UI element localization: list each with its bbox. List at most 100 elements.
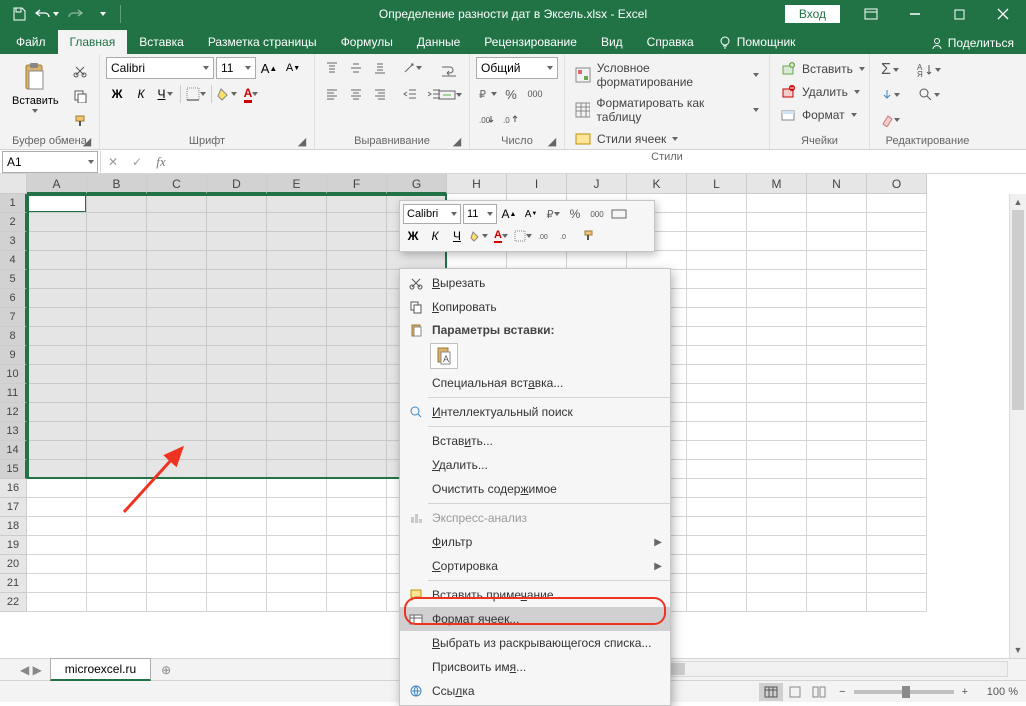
cell[interactable]: [687, 460, 747, 479]
cell[interactable]: [27, 194, 87, 213]
cell[interactable]: [87, 384, 147, 403]
cell[interactable]: [807, 517, 867, 536]
cell[interactable]: [207, 365, 267, 384]
cell[interactable]: [147, 251, 207, 270]
cell[interactable]: [687, 574, 747, 593]
cell[interactable]: [147, 213, 207, 232]
cell[interactable]: [27, 593, 87, 612]
row-header[interactable]: 6: [0, 289, 27, 308]
cell[interactable]: [27, 403, 87, 422]
cell[interactable]: [747, 422, 807, 441]
cell[interactable]: [27, 536, 87, 555]
mini-dec-decimal-icon[interactable]: .0: [557, 226, 577, 246]
zoom-slider[interactable]: [854, 690, 954, 694]
font-size-combo[interactable]: 11: [216, 57, 256, 79]
cm-link[interactable]: Ссылка: [400, 679, 670, 703]
cell[interactable]: [267, 441, 327, 460]
col-header[interactable]: D: [207, 174, 267, 194]
row-header[interactable]: 17: [0, 498, 27, 517]
cell[interactable]: [207, 308, 267, 327]
select-all-corner[interactable]: [0, 174, 27, 194]
font-name-combo[interactable]: Calibri: [106, 57, 214, 79]
cell[interactable]: [267, 384, 327, 403]
dialog-launcher-icon[interactable]: ◢: [296, 135, 308, 147]
cell[interactable]: [207, 289, 267, 308]
cell[interactable]: [27, 441, 87, 460]
cell[interactable]: [807, 251, 867, 270]
increase-decimal-icon[interactable]: .00: [476, 109, 498, 131]
cell[interactable]: [687, 384, 747, 403]
sheet-tab-active[interactable]: microexcel.ru: [50, 658, 151, 681]
cell[interactable]: [87, 536, 147, 555]
cell[interactable]: [807, 498, 867, 517]
tab-review[interactable]: Рецензирование: [472, 30, 589, 54]
cell[interactable]: [87, 403, 147, 422]
merge-center-icon[interactable]: [437, 84, 463, 106]
tab-home[interactable]: Главная: [58, 30, 128, 54]
align-center-icon[interactable]: [345, 83, 367, 105]
cell[interactable]: [867, 593, 927, 612]
cell[interactable]: [147, 593, 207, 612]
tab-view[interactable]: Вид: [589, 30, 635, 54]
align-left-icon[interactable]: [321, 83, 343, 105]
cell[interactable]: [747, 384, 807, 403]
cell[interactable]: [807, 479, 867, 498]
cell[interactable]: [267, 308, 327, 327]
cell[interactable]: [867, 194, 927, 213]
cell[interactable]: [867, 441, 927, 460]
cell[interactable]: [87, 460, 147, 479]
cell[interactable]: [327, 308, 387, 327]
cut-icon[interactable]: [69, 60, 91, 82]
row-header[interactable]: 21: [0, 574, 27, 593]
font-color-icon[interactable]: A: [240, 83, 262, 105]
cell[interactable]: [207, 517, 267, 536]
cell[interactable]: [867, 346, 927, 365]
cell[interactable]: [207, 232, 267, 251]
col-header[interactable]: H: [447, 174, 507, 194]
cell[interactable]: [27, 517, 87, 536]
cell[interactable]: [687, 213, 747, 232]
mini-bold-button[interactable]: Ж: [403, 226, 423, 246]
mini-borders-icon[interactable]: [513, 226, 533, 246]
mini-comma-icon[interactable]: 000: [587, 204, 607, 224]
cell[interactable]: [267, 403, 327, 422]
cell[interactable]: [687, 346, 747, 365]
zoom-out-button[interactable]: −: [839, 686, 845, 698]
cell[interactable]: [27, 422, 87, 441]
cm-delete[interactable]: Удалить...: [400, 453, 670, 477]
mini-accounting-icon[interactable]: ₽: [543, 204, 563, 224]
cell[interactable]: [807, 270, 867, 289]
cell[interactable]: [267, 574, 327, 593]
row-header[interactable]: 19: [0, 536, 27, 555]
cell[interactable]: [747, 327, 807, 346]
redo-icon[interactable]: [62, 2, 88, 26]
cell[interactable]: [87, 308, 147, 327]
sheet-nav[interactable]: ◀ ▶: [20, 663, 42, 677]
cell[interactable]: [267, 555, 327, 574]
col-header[interactable]: K: [627, 174, 687, 194]
col-header[interactable]: E: [267, 174, 327, 194]
cell[interactable]: [807, 403, 867, 422]
cell[interactable]: [267, 327, 327, 346]
cell[interactable]: [687, 251, 747, 270]
col-header[interactable]: O: [867, 174, 927, 194]
row-header[interactable]: 20: [0, 555, 27, 574]
cm-pick-from-list[interactable]: Выбрать из раскрывающегося списка...: [400, 631, 670, 655]
cell-styles-button[interactable]: Стили ячеек: [571, 129, 682, 149]
cell[interactable]: [207, 346, 267, 365]
cell[interactable]: [207, 555, 267, 574]
col-header[interactable]: J: [567, 174, 627, 194]
dialog-launcher-icon[interactable]: ◢: [451, 135, 463, 147]
cell[interactable]: [867, 574, 927, 593]
cell[interactable]: [327, 289, 387, 308]
cell[interactable]: [687, 308, 747, 327]
cell[interactable]: [267, 213, 327, 232]
cell[interactable]: [807, 422, 867, 441]
col-header[interactable]: G: [387, 174, 447, 194]
decrease-indent-icon[interactable]: [399, 83, 421, 105]
row-header[interactable]: 11: [0, 384, 27, 403]
cell[interactable]: [747, 479, 807, 498]
cell[interactable]: [87, 270, 147, 289]
format-as-table-button[interactable]: Форматировать как таблицу: [571, 94, 763, 126]
cell[interactable]: [327, 327, 387, 346]
